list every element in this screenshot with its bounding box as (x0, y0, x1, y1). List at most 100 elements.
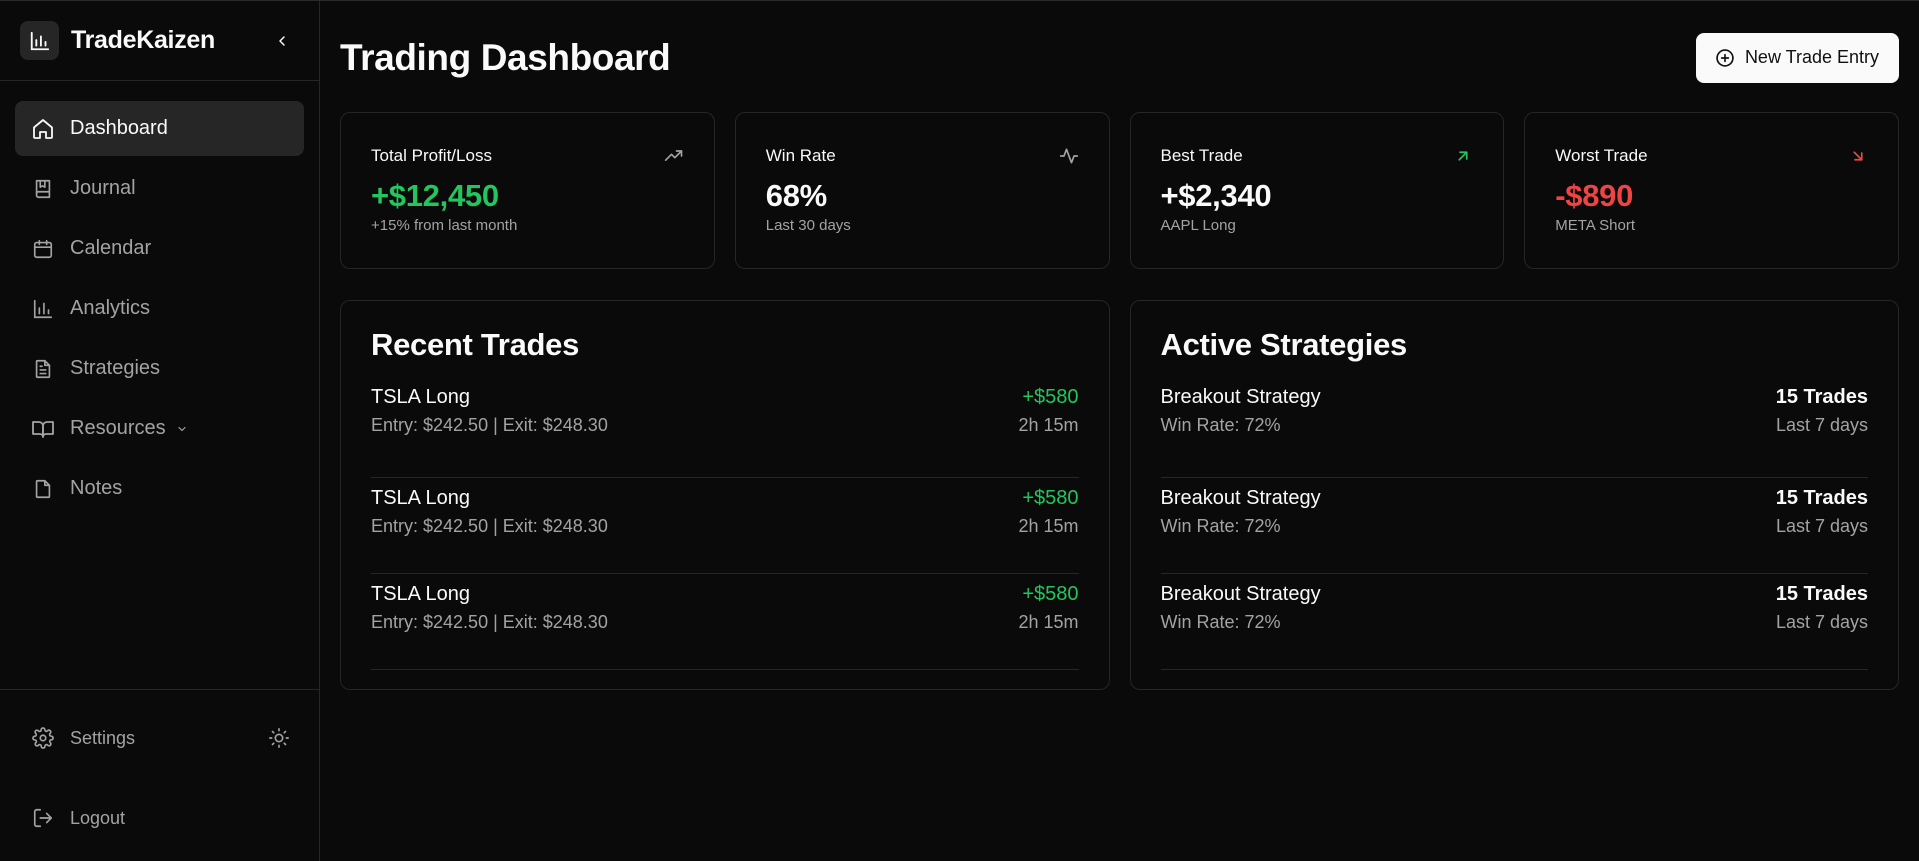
strategy-row[interactable]: Breakout Strategy Win Rate: 72% 15 Trade… (1160, 382, 1868, 478)
stat-card-worst-trade: Worst Trade -$890 META Short (1524, 112, 1899, 269)
page-header: Trading Dashboard New Trade Entry (340, 1, 1899, 111)
panel-title: Active Strategies (1160, 327, 1408, 362)
strategy-detail: Win Rate: 72% (1160, 612, 1281, 632)
sidebar-item-label: Resources (70, 417, 166, 439)
settings-item: Settings (30, 710, 294, 766)
trade-duration: 2h 15m (1018, 612, 1079, 632)
trade-row[interactable]: TSLA Long Entry: $242.50 | Exit: $248.30… (371, 478, 1079, 574)
strategy-name: Breakout Strategy (1160, 487, 1321, 509)
logout-item[interactable]: Logout (30, 790, 294, 846)
calendar-icon (30, 236, 55, 261)
arrow-down-right-icon (1848, 146, 1868, 166)
bar-chart-icon (30, 296, 55, 321)
strategy-trades: 15 Trades (1775, 487, 1868, 509)
stat-title: Best Trade (1160, 146, 1243, 165)
sidebar-item-journal[interactable]: Journal (15, 161, 304, 216)
stat-card-total-pl: Total Profit/Loss +$12,450 +15% from las… (340, 112, 715, 269)
strategy-detail: Win Rate: 72% (1160, 415, 1281, 435)
sidebar-item-notes[interactable]: Notes (15, 461, 304, 516)
logout-icon (30, 806, 55, 831)
strategy-trades: 15 Trades (1775, 386, 1868, 408)
sidebar-item-label: Dashboard (70, 117, 168, 139)
trending-up-icon (664, 146, 684, 166)
sidebar-item-strategies[interactable]: Strategies (15, 341, 304, 396)
stat-title: Worst Trade (1555, 146, 1648, 165)
trade-pnl: +$580 (1022, 487, 1079, 509)
stat-sub: Last 30 days (765, 217, 851, 234)
sidebar-item-dashboard[interactable]: Dashboard (15, 101, 304, 156)
sidebar-item-label: Calendar (70, 237, 152, 259)
sidebar-item-label: Journal (70, 177, 136, 199)
sidebar-nav: Dashboard Journal Calendar Analytics Str… (0, 81, 319, 689)
stat-value: 68% (765, 178, 827, 213)
trade-duration: 2h 15m (1018, 415, 1079, 435)
chevron-down-icon (176, 423, 188, 435)
theme-toggle-sun-icon[interactable] (264, 723, 294, 753)
trade-detail: Entry: $242.50 | Exit: $248.30 (371, 516, 608, 536)
trade-pnl: +$580 (1022, 386, 1079, 408)
plus-circle-icon (1715, 48, 1735, 68)
stat-title: Total Profit/Loss (371, 146, 492, 165)
trade-row[interactable]: TSLA Long Entry: $242.50 | Exit: $248.30… (371, 382, 1079, 478)
new-trade-entry-label: New Trade Entry (1744, 47, 1879, 67)
sidebar-item-label: Strategies (70, 357, 161, 379)
sidebar-item-resources[interactable]: Resources (15, 401, 304, 456)
activity-icon (1059, 146, 1079, 166)
arrow-up-right-icon (1453, 146, 1473, 166)
stat-sub: META Short (1555, 217, 1635, 234)
sidebar-footer: Settings Logout (0, 689, 319, 861)
trade-name: TSLA Long (371, 386, 470, 408)
sidebar-item-analytics[interactable]: Analytics (15, 281, 304, 336)
open-book-icon (30, 416, 55, 441)
strategy-name: Breakout Strategy (1160, 386, 1321, 408)
sidebar-item-label: Notes (70, 477, 123, 499)
trade-detail: Entry: $242.50 | Exit: $248.30 (371, 415, 608, 435)
page-title: Trading Dashboard (340, 36, 671, 78)
strategy-row[interactable]: Breakout Strategy Win Rate: 72% 15 Trade… (1160, 478, 1868, 574)
main-content: Trading Dashboard New Trade Entry Total … (320, 1, 1919, 861)
stat-title: Win Rate (765, 146, 836, 165)
panels-row: Recent Trades TSLA Long Entry: $242.50 |… (340, 300, 1899, 690)
app-name: TradeKaizen (71, 26, 215, 54)
strategy-period: Last 7 days (1775, 415, 1868, 435)
trade-detail: Entry: $242.50 | Exit: $248.30 (371, 612, 608, 632)
sidebar-item-label: Analytics (70, 297, 151, 319)
sidebar-item-calendar[interactable]: Calendar (15, 221, 304, 276)
strategy-name: Breakout Strategy (1160, 583, 1321, 605)
document-icon (30, 356, 55, 381)
recent-trades-panel: Recent Trades TSLA Long Entry: $242.50 |… (340, 300, 1110, 690)
stat-sub: AAPL Long (1160, 217, 1236, 234)
chevron-left-icon (279, 35, 285, 46)
trade-duration: 2h 15m (1018, 516, 1079, 536)
strategy-trades: 15 Trades (1775, 583, 1868, 605)
logout-label: Logout (70, 807, 126, 828)
stat-card-win-rate: Win Rate 68% Last 30 days (734, 112, 1110, 269)
panel-title: Recent Trades (371, 327, 580, 362)
book-icon (30, 176, 55, 201)
sidebar: TradeKaizen Dashboard Journal Calendar A… (0, 1, 320, 861)
app-root: TradeKaizen Dashboard Journal Calendar A… (0, 0, 1919, 861)
home-icon (30, 116, 55, 141)
stat-value: -$890 (1555, 178, 1634, 213)
stat-value: +$2,340 (1160, 178, 1272, 213)
gear-icon[interactable] (30, 726, 55, 751)
file-icon (30, 476, 55, 501)
collapse-sidebar-button[interactable] (267, 26, 297, 56)
stat-sub: +15% from last month (371, 217, 518, 234)
strategy-detail: Win Rate: 72% (1160, 516, 1281, 536)
active-strategies-panel: Active Strategies Breakout Strategy Win … (1129, 300, 1899, 690)
trade-name: TSLA Long (371, 487, 470, 509)
new-trade-entry-button[interactable]: New Trade Entry (1695, 32, 1899, 83)
logo-chart-icon[interactable] (20, 21, 59, 60)
stat-card-best-trade: Best Trade +$2,340 AAPL Long (1129, 112, 1505, 269)
strategy-row[interactable]: Breakout Strategy Win Rate: 72% 15 Trade… (1160, 574, 1868, 670)
strategy-period: Last 7 days (1775, 612, 1868, 632)
stats-row: Total Profit/Loss +$12,450 +15% from las… (340, 112, 1899, 269)
trade-pnl: +$580 (1022, 583, 1079, 605)
active-strategies-list: Breakout Strategy Win Rate: 72% 15 Trade… (1160, 382, 1868, 670)
stat-value: +$12,450 (371, 178, 499, 213)
strategy-period: Last 7 days (1775, 516, 1868, 536)
settings-link[interactable]: Settings (70, 728, 135, 749)
trade-row[interactable]: TSLA Long Entry: $242.50 | Exit: $248.30… (371, 574, 1079, 670)
trade-name: TSLA Long (371, 583, 470, 605)
